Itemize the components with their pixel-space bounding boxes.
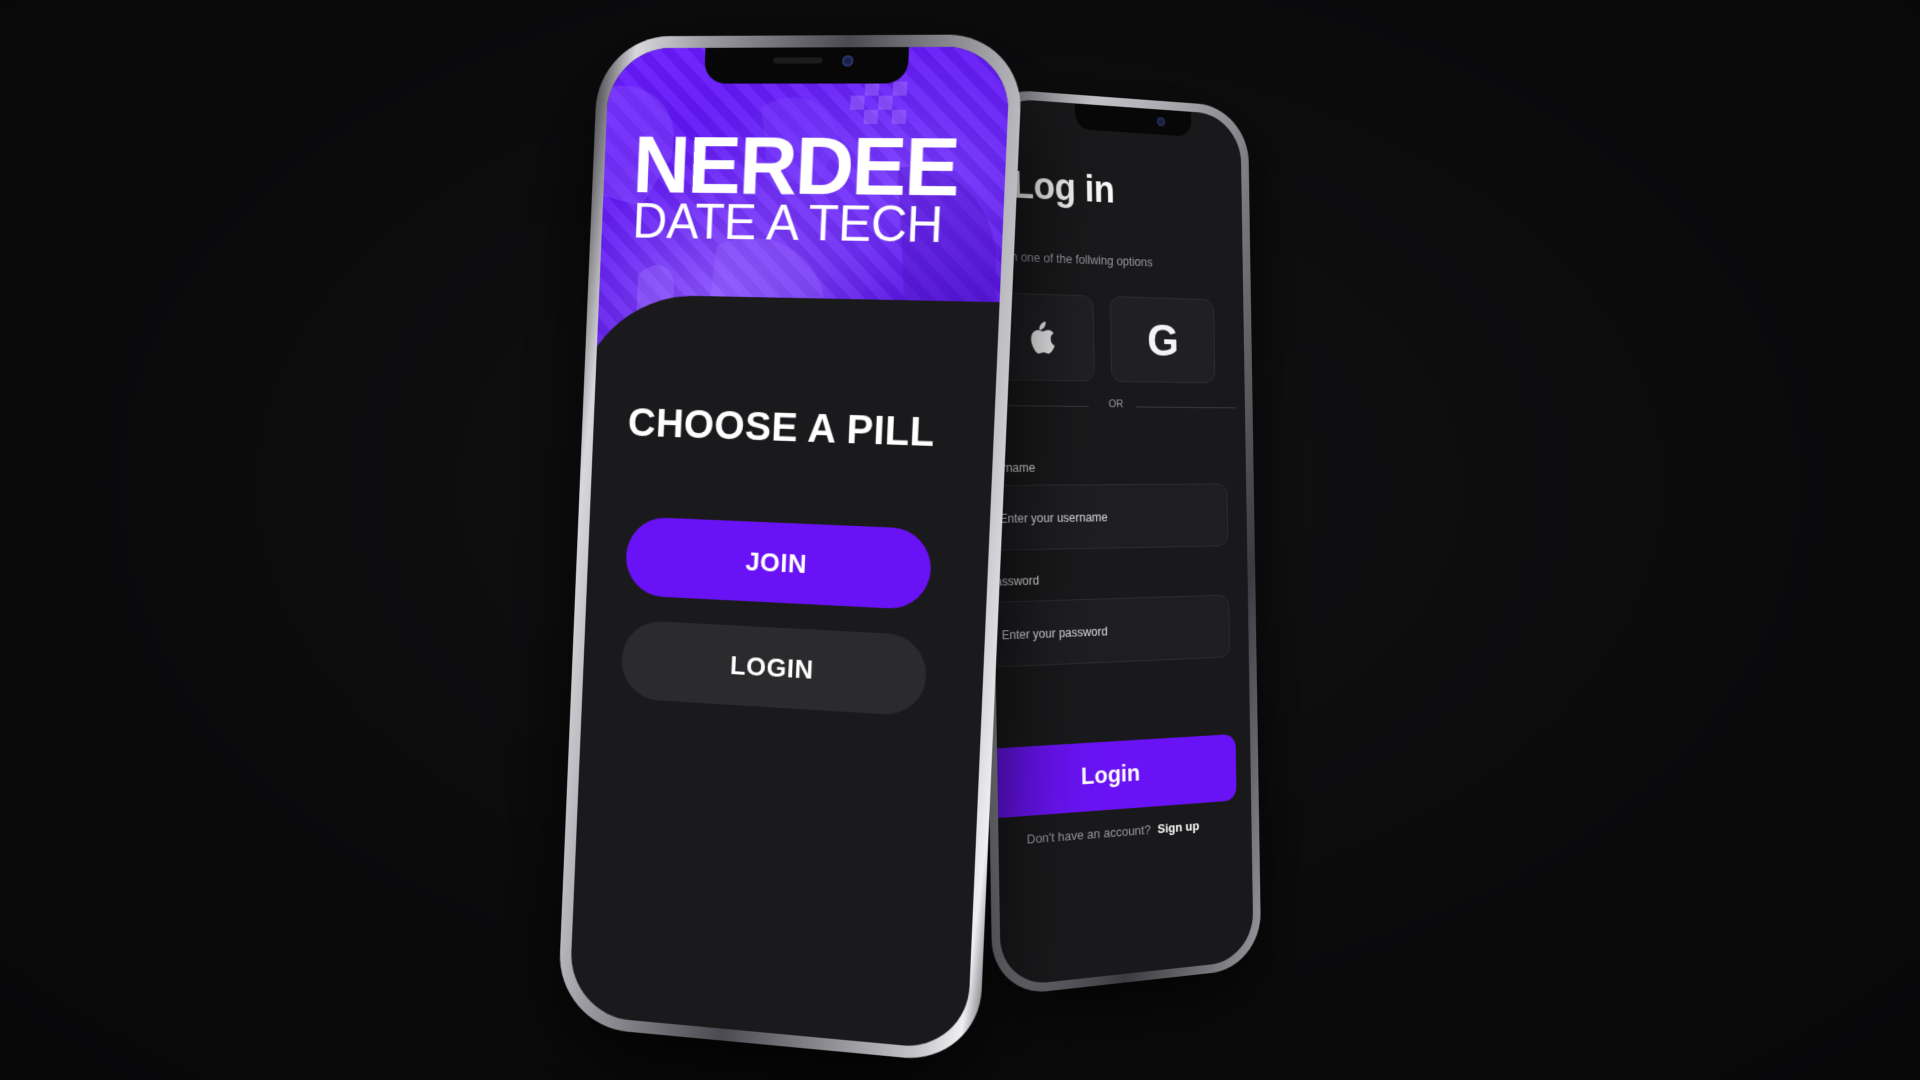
divider-text: OR: [1108, 398, 1124, 411]
signup-prompt-line: Don't have an account? Sign up: [1027, 818, 1200, 846]
login-screen: Log in th one of the follwing options G: [986, 97, 1254, 988]
signup-link[interactable]: Sign up: [1157, 818, 1199, 836]
password-field[interactable]: [999, 615, 1212, 649]
google-icon: G: [1146, 314, 1180, 366]
password-label: Password: [999, 573, 1040, 589]
signup-prompt: Don't have an account?: [1026, 822, 1151, 847]
page-title: Log in: [1011, 164, 1115, 212]
apple-icon: [1024, 317, 1056, 357]
phone-mockup-login: Log in th one of the follwing options G: [977, 87, 1262, 998]
username-field[interactable]: [997, 503, 1210, 532]
divider-line: [1135, 406, 1237, 409]
password-field-container: [986, 594, 1231, 668]
camera-icon: [842, 55, 854, 67]
login-submit-button[interactable]: Login: [986, 733, 1237, 820]
or-divider: OR: [1000, 397, 1237, 415]
phone-notch: [703, 47, 910, 84]
phone-mockup-welcome: NERDEE DATE A TECH CHOOSE A PILL JOIN LO…: [556, 34, 1024, 1065]
username-field-container: [986, 483, 1229, 552]
google-login-button[interactable]: G: [1109, 296, 1216, 384]
brand-tagline: DATE A TECH: [631, 193, 944, 254]
mockup-stage: Log in th one of the follwing options G: [0, 0, 1920, 1080]
divider-line: [1000, 405, 1089, 407]
login-subtitle: th one of the follwing options: [1007, 249, 1153, 270]
speaker-grille: [773, 57, 823, 64]
username-label: Username: [997, 460, 1036, 475]
welcome-screen: NERDEE DATE A TECH CHOOSE A PILL JOIN LO…: [568, 46, 1011, 1052]
login-form: Log in th one of the follwing options G: [986, 97, 1253, 987]
login-button[interactable]: LOGIN: [620, 619, 928, 717]
join-button[interactable]: JOIN: [624, 516, 933, 611]
